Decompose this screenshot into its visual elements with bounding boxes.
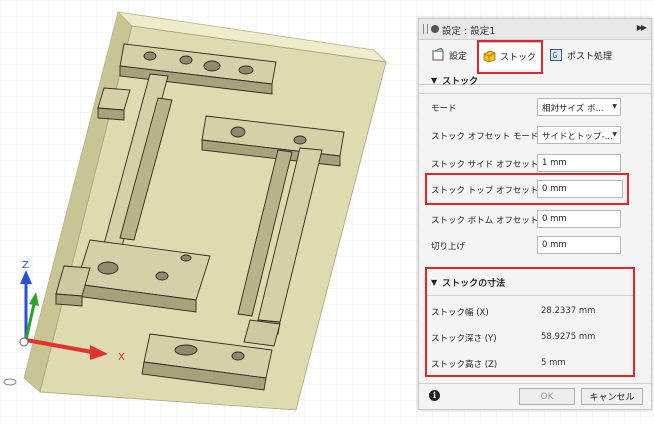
cancel-button[interactable]: キャンセル [581,388,643,405]
stock-depth-row: ストック深さ (Y) 58.9275 mm [419,327,651,349]
side-offset-label: ストック サイド オフセット [431,160,539,170]
dialog-footer: i OK キャンセル [419,383,651,410]
expand-panel-icon[interactable]: ▶▶ [637,23,647,32]
stock-depth-label: ストック深さ (Y) [431,334,497,344]
offset-mode-label: ストック オフセット モード [431,132,539,142]
round-up-input[interactable]: 0 mm [537,236,621,254]
info-icon[interactable]: i [429,390,440,401]
stock-width-row: ストック幅 (X) 28.2337 mm [419,301,651,323]
x-axis-label: X [118,352,125,363]
round-up-row: 切り上げ 0 mm [419,235,651,257]
stock-height-label: ストック高さ (Z) [431,360,498,370]
stock-height-value: 5 mm [541,358,566,368]
side-offset-row: ストック サイド オフセット 1 mm [419,153,651,175]
tab-post-process-label: ポスト処理 [567,51,613,62]
stock-width-label: ストック幅 (X) [431,308,489,318]
post-process-icon: G [549,48,563,62]
bottom-offset-label: ストック ボトム オフセット [431,216,539,226]
mode-select[interactable]: 相対サイズ ボ... [537,98,621,116]
tab-settings[interactable]: 設定 [427,44,467,66]
divider [427,295,633,296]
bottom-offset-row: ストック ボトム オフセット 0 mm [419,209,651,231]
stock-width-value: 28.2337 mm [541,306,596,316]
drag-handle-icon[interactable] [423,24,428,34]
setup-icon [431,25,439,33]
setup-dialog: 設定 : 設定1 ▶▶ 設定 ストック G ポスト処理 ▼ ストック モード 相… [418,18,652,410]
ok-button[interactable]: OK [519,388,575,405]
mode-row: モード 相対サイズ ボ... [419,97,651,119]
mode-label: モード [431,104,457,114]
dialog-titlebar[interactable]: 設定 : 設定1 ▶▶ [419,19,651,40]
stock-section-title: ストック [442,76,479,87]
stock-height-row: ストック高さ (Z) 5 mm [419,353,651,375]
offset-mode-select[interactable]: サイドとトップ-... [537,126,621,144]
divider [419,93,651,94]
stock-section-header[interactable]: ▼ ストック [419,69,651,91]
tab-settings-label: 設定 [449,51,468,62]
bottom-offset-input[interactable]: 0 mm [537,210,621,228]
round-up-label: 切り上げ [431,242,466,252]
side-offset-input[interactable]: 1 mm [537,154,621,172]
dimensions-section-title: ストックの寸法 [442,278,506,289]
collapse-triangle-icon: ▼ [431,75,438,85]
offset-mode-row: ストック オフセット モード サイドとトップ-... [419,125,651,147]
collapse-triangle-icon: ▼ [431,277,438,287]
dimensions-section-header[interactable]: ▼ ストックの寸法 [419,271,651,293]
dialog-title: 設定 : 設定1 [442,26,496,37]
svg-text:G: G [553,51,558,60]
tool-settings-icon [431,47,445,62]
top-offset-highlight [425,173,629,205]
z-axis-label: Z [22,260,29,271]
tab-post-process[interactable]: G ポスト処理 [545,44,612,66]
stock-depth-value: 58.9275 mm [541,332,596,342]
